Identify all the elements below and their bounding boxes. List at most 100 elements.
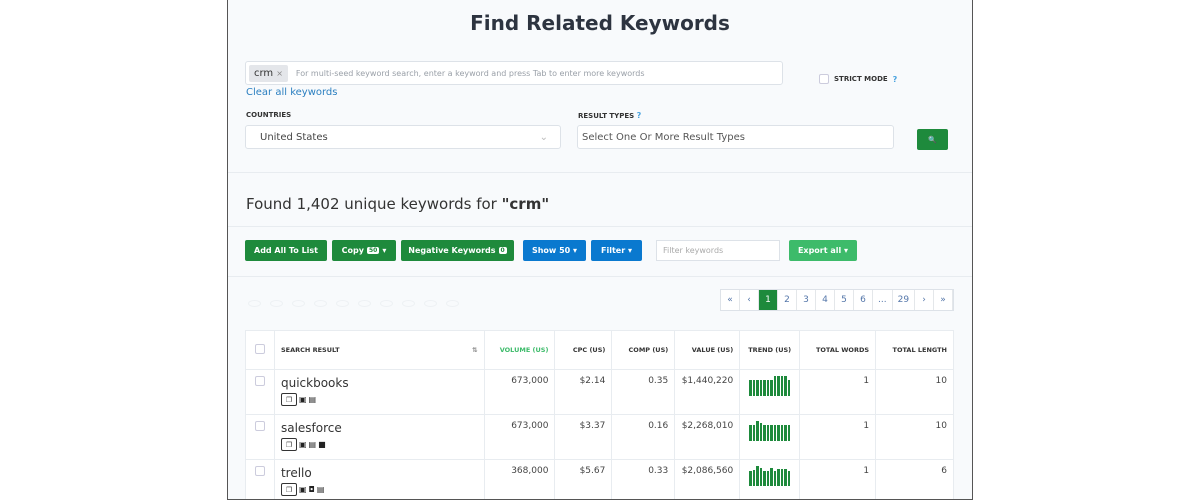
trend-bar — [759, 423, 763, 441]
keyword-text[interactable]: salesforce — [281, 421, 478, 435]
result-types-placeholder: Select One Or More Result Types — [582, 131, 745, 143]
col-label: CPC (US) — [572, 346, 606, 354]
keyword-tool-icon[interactable]: ▤ — [317, 485, 325, 494]
result-types-text: RESULT TYPES — [578, 112, 635, 120]
table-row: trello ❐ ▣ ◘ ▤ 368,000 $5.67 0.33 $2,086,560… — [245, 459, 954, 499]
trend-chart — [746, 376, 793, 396]
col-label: TOTAL WORDS — [815, 346, 870, 354]
keyword-tool-icon[interactable]: ▤ — [309, 395, 317, 404]
length-cell: 10 — [875, 414, 954, 460]
select-all-checkbox[interactable] — [254, 344, 265, 354]
result-types-select[interactable]: Select One Or More Result Types — [577, 125, 894, 149]
table-header: SEARCH RESULT ⇅ VOLUME (US) CPC (US) COMP… — [245, 330, 954, 370]
col-comp[interactable]: COMP (US) — [611, 330, 676, 370]
trend-cell — [739, 414, 801, 460]
col-volume[interactable]: VOLUME (US) — [483, 330, 556, 370]
keyword-tool-icon[interactable]: ▤ — [309, 440, 317, 449]
results-summary: Found 1,402 unique keywords for "crm" — [246, 195, 549, 213]
row-checkbox[interactable] — [254, 466, 265, 476]
keyword-chip: crm × — [249, 64, 288, 82]
add-all-button[interactable]: Add All To List — [245, 240, 327, 261]
col-total-words[interactable]: TOTAL WORDS — [799, 330, 877, 370]
row-checkbox[interactable] — [254, 376, 265, 386]
words-cell: 1 — [799, 414, 877, 460]
chevron-down-icon: ⌄ — [539, 131, 548, 143]
summary-term: "crm" — [501, 195, 550, 213]
select-all-cell — [245, 330, 275, 370]
copy-button[interactable]: Copy 50 ▾ — [332, 240, 396, 261]
page-link[interactable]: ‹ — [740, 290, 759, 310]
page-link[interactable]: 1 — [759, 290, 778, 310]
keyword-cell: trello ❐ ▣ ◘ ▤ — [273, 459, 485, 499]
main-panel: Find Related Keywords crm × For multi-see… — [227, 0, 973, 500]
trend-bar — [763, 425, 766, 441]
copy-icon[interactable]: ❐ — [280, 483, 297, 496]
trend-bar — [770, 468, 773, 486]
length-cell: 10 — [875, 369, 954, 415]
export-all-button[interactable]: Export all ▾ — [789, 240, 857, 261]
col-trend: TREND (US) — [739, 330, 801, 370]
col-cpc[interactable]: CPC (US) — [554, 330, 613, 370]
copy-icon[interactable]: ❐ — [280, 393, 297, 406]
sort-icon[interactable]: ⇅ — [472, 346, 477, 354]
negative-keywords-button[interactable]: Negative Keywords 0 — [401, 240, 514, 261]
page-link[interactable]: » — [934, 290, 954, 310]
keyword-tool-icon[interactable]: ■ — [318, 440, 326, 449]
chip-remove-icon[interactable]: × — [276, 69, 283, 78]
negative-keywords-label: Negative Keywords — [408, 246, 496, 255]
help-icon[interactable]: ? — [637, 111, 642, 120]
trend-bar — [777, 425, 780, 441]
trend-chart — [746, 466, 793, 486]
keyword-icons: ❐ ▣ ▤ — [280, 393, 478, 406]
keyword-placeholder: For multi-seed keyword search, enter a k… — [295, 68, 645, 78]
page-link[interactable]: 5 — [835, 290, 854, 310]
strict-mode[interactable]: STRICT MODE? — [819, 74, 897, 84]
strict-mode-checkbox[interactable] — [819, 74, 829, 84]
trend-bar — [756, 421, 759, 441]
page-link[interactable]: › — [915, 290, 935, 310]
keyword-text[interactable]: quickbooks — [281, 376, 478, 390]
trend-bar — [766, 471, 770, 486]
page-link[interactable]: « — [721, 290, 740, 310]
divider — [228, 226, 972, 227]
words-cell: 1 — [799, 459, 877, 499]
countries-select[interactable]: United States ⌄ — [245, 125, 561, 149]
copy-icon[interactable]: ❐ — [280, 438, 297, 451]
filter-keywords-input[interactable]: Filter keywords — [656, 240, 780, 261]
page-link[interactable]: 3 — [797, 290, 816, 310]
trend-bar — [777, 469, 780, 486]
col-label: TOTAL LENGTH — [892, 346, 947, 354]
filter-button[interactable]: Filter ▾ — [591, 240, 642, 261]
col-value[interactable]: VALUE (US) — [674, 330, 741, 370]
trend-bar — [756, 380, 759, 396]
col-total-length[interactable]: TOTAL LENGTH — [875, 330, 954, 370]
page-link[interactable]: ... — [873, 290, 893, 310]
keyword-tool-icon[interactable]: ◘ — [309, 485, 315, 494]
help-icon[interactable]: ? — [893, 75, 898, 84]
page-link[interactable]: 2 — [778, 290, 797, 310]
strict-mode-label: STRICT MODE — [834, 75, 888, 83]
page-link[interactable]: 6 — [854, 290, 873, 310]
col-search-result[interactable]: SEARCH RESULT ⇅ — [273, 330, 485, 370]
trend-bar — [773, 471, 777, 486]
trend-bar — [749, 380, 752, 396]
row-checkbox[interactable] — [254, 421, 265, 431]
keyword-input[interactable]: crm × For multi-seed keyword search, ente… — [245, 61, 783, 85]
keyword-tool-icon[interactable]: ▣ — [299, 485, 307, 494]
page-link[interactable]: 29 — [893, 290, 916, 310]
keyword-icons: ❐ ▣ ▤ ■ — [280, 438, 478, 451]
keyword-tool-icon[interactable]: ▣ — [299, 440, 307, 449]
volume-cell: 673,000 — [483, 369, 556, 415]
keyword-tool-icon[interactable]: ▣ — [299, 395, 307, 404]
value-cell: $2,086,560 — [674, 459, 741, 499]
clear-keywords-link[interactable]: Clear all keywords — [246, 87, 338, 98]
search-button[interactable]: 🔍 — [917, 129, 948, 150]
keyword-text[interactable]: trello — [281, 466, 478, 480]
trend-bar — [770, 380, 773, 396]
cpc-cell: $5.67 — [554, 459, 613, 499]
trend-bar — [752, 380, 756, 396]
show-50-button[interactable]: Show 50 ▾ — [523, 240, 586, 261]
trend-bar — [752, 425, 756, 441]
trend-chart — [746, 421, 793, 441]
page-link[interactable]: 4 — [816, 290, 835, 310]
